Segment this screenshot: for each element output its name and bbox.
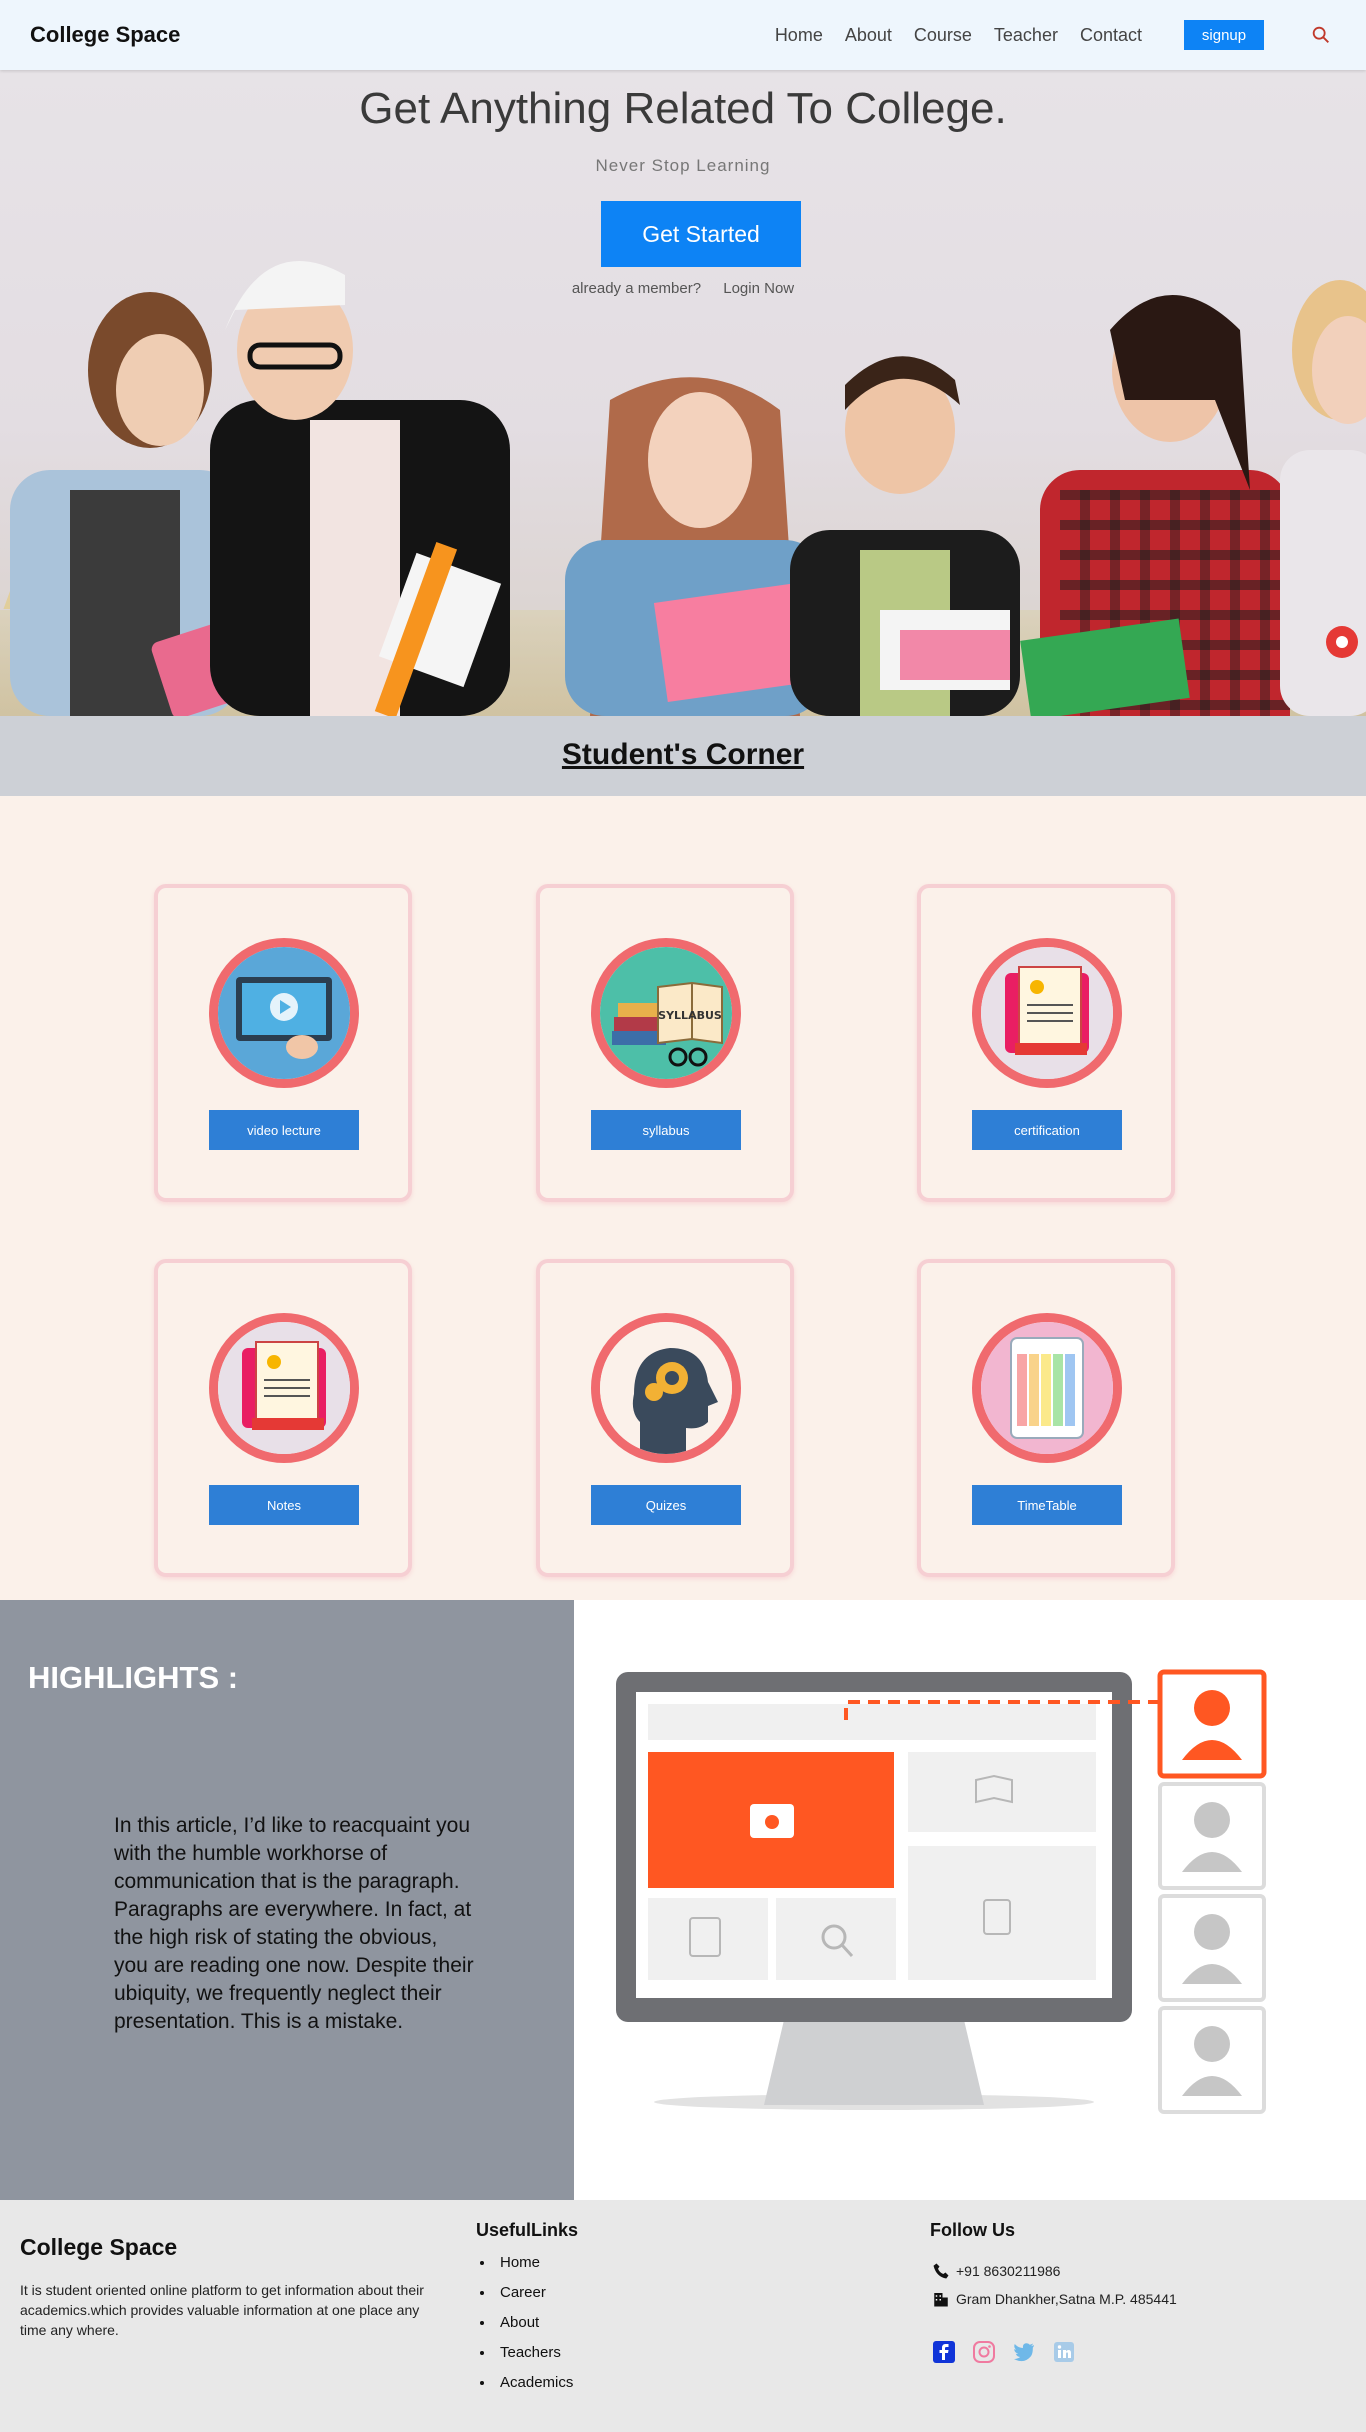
timetable-icon [972,1313,1122,1463]
highlights-illustration-panel [574,1600,1366,2200]
top-navbar: College Space Home About Course Teacher … [0,0,1366,70]
footer-link-home[interactable]: Home [480,2248,573,2278]
nav-links: Home About Course Teacher Contact [775,25,1142,46]
svg-text:SYLLABUS: SYLLABUS [658,1009,722,1022]
certification-icon [972,938,1122,1088]
video-lecture-icon [209,938,359,1088]
card-notes[interactable]: Notes [154,1259,412,1577]
phone-icon [933,2263,949,2279]
footer-link-teachers[interactable]: Teachers [480,2338,573,2368]
hero-title: Get Anything Related To College. [359,84,1007,133]
footer-link-academics[interactable]: Academics [480,2368,573,2398]
student-corner-title: Student's Corner [561,738,805,771]
phone-number: +91 8630211986 [956,2263,1061,2279]
card-certification[interactable]: certification [917,884,1175,1202]
quizes-button[interactable]: Quizes [591,1485,741,1525]
follow-us-title: Follow Us [930,2220,1015,2240]
notes-button[interactable]: Notes [209,1485,359,1525]
highlights-paragraph: In this article, I’d like to reacquaint … [114,1814,474,2033]
site-footer: College Space It is student oriented onl… [0,2200,1366,2432]
instagram-icon[interactable] [972,2340,996,2364]
footer-link-career[interactable]: Career [480,2278,573,2308]
useful-links-list: Home Career About Teachers Academics [480,2248,573,2398]
twitter-icon[interactable] [1012,2340,1036,2364]
nav-link-course[interactable]: Course [914,25,972,46]
notes-icon [209,1313,359,1463]
search-icon[interactable] [1310,24,1332,46]
address-text: Gram Dhankher,Satna M.P. 485441 [956,2291,1177,2307]
footer-phone: +91 8630211986 [932,2262,1060,2280]
get-started-button[interactable]: Get Started [601,201,801,267]
certification-button[interactable]: certification [972,1110,1122,1150]
footer-link-about[interactable]: About [480,2308,573,2338]
brand-logo[interactable]: College Space [30,22,180,48]
highlights-panel: HIGHLIGHTS : In this article, I’d like t… [0,1600,574,2200]
footer-address: Gram Dhankher,Satna M.P. 485441 [932,2290,1177,2308]
timetable-button[interactable]: TimeTable [972,1485,1122,1525]
nav-link-contact[interactable]: Contact [1080,25,1142,46]
syllabus-button[interactable]: syllabus [591,1110,741,1150]
card-syllabus[interactable]: SYLLABUS syllabus [536,884,794,1202]
card-quizes[interactable]: Quizes [536,1259,794,1577]
quiz-brain-icon [591,1313,741,1463]
footer-description: It is student oriented online platform t… [20,2282,424,2338]
video-lecture-button[interactable]: video lecture [209,1110,359,1150]
footer-brand: College Space [20,2234,178,2260]
monitor-profiles-illustration [616,1669,1267,2114]
linkedin-icon[interactable] [1052,2340,1076,2364]
useful-links-title: UsefulLinks [476,2220,579,2240]
hero-subtitle: Never Stop Learning [595,156,771,175]
login-now-link[interactable]: Login Now [723,280,794,297]
nav-link-teacher[interactable]: Teacher [994,25,1058,46]
nav-link-about[interactable]: About [845,25,892,46]
highlights-title: HIGHLIGHTS : [28,1660,239,1695]
syllabus-icon: SYLLABUS [591,938,741,1088]
member-prompt: already a member? Login Now [0,280,1366,297]
signup-button[interactable]: signup [1184,20,1264,50]
social-links [932,2340,1076,2364]
member-text: already a member? [571,280,702,297]
facebook-icon[interactable] [932,2340,956,2364]
building-icon [934,2293,948,2307]
nav-link-home[interactable]: Home [775,25,823,46]
card-timetable[interactable]: TimeTable [917,1259,1175,1577]
student-corner-section: video lecture SYLLABUS syllabus certific… [0,796,1366,1600]
card-video-lecture[interactable]: video lecture [154,884,412,1202]
student-corner-header: Student's Corner [0,716,1366,796]
hero-section: AM [0,70,1366,716]
